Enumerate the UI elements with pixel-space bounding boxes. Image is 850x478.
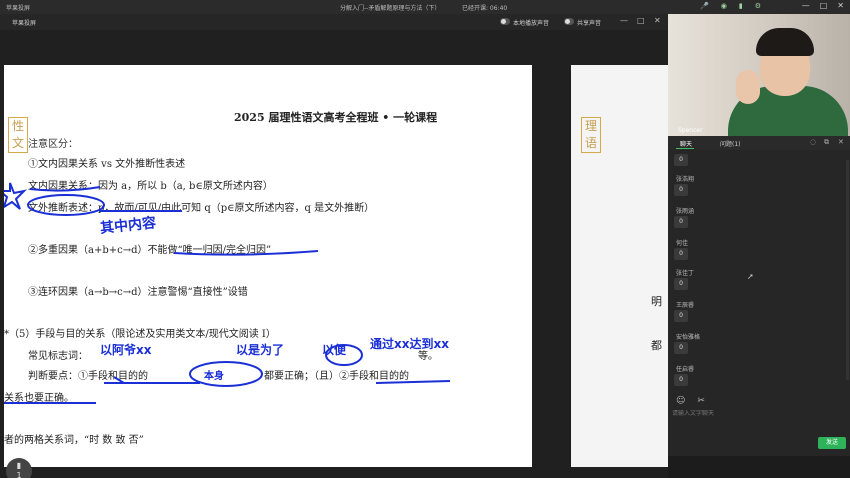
user-name: 张雨涵 — [676, 208, 695, 215]
user-name: 何佳 — [676, 240, 689, 247]
location-icon[interactable]: ◉ — [721, 2, 727, 10]
ink-layer — [4, 182, 451, 404]
user-score: 0 — [674, 184, 688, 196]
settings-icon[interactable]: ⚙ — [755, 2, 761, 10]
share-restore-button[interactable]: □ — [637, 16, 645, 25]
share-close-button[interactable]: ✕ — [654, 16, 661, 25]
user-score: 0 — [674, 248, 688, 260]
slide-text: 都 — [651, 339, 662, 352]
mic-icon[interactable]: 🎤 — [700, 2, 709, 10]
floating-document-button[interactable]: ▮ 1 — [6, 458, 32, 478]
maximize-button[interactable]: □ — [820, 1, 828, 10]
ink-underline — [29, 186, 101, 192]
window-controls: — □ ✕ — [802, 1, 844, 10]
tab-questions[interactable]: 问题(1) — [720, 139, 741, 148]
title-bar: 苹果投屏 分解入门--矛盾解题原理与方法（下） 已经开课: 06:40 🎤 ◉ … — [0, 0, 850, 14]
chat-bubble-icon[interactable]: ◌ — [810, 138, 816, 146]
ink-circle — [189, 361, 263, 387]
ink-star — [4, 182, 28, 210]
chat-scrollbar[interactable] — [846, 160, 849, 380]
class-timer: 已经开课: 06:40 — [462, 5, 508, 12]
share-audio-label: 共享声音 — [577, 20, 602, 27]
user-score: 0 — [674, 278, 688, 290]
share-source-label: 苹果投屏 — [12, 20, 37, 27]
slide-next: 理 语 明 都 — [571, 65, 668, 467]
popout-icon[interactable]: ⧉ — [824, 138, 829, 147]
local-audio-label: 本地播放声音 — [513, 20, 550, 27]
close-icon[interactable]: ✕ — [838, 138, 844, 146]
scissors-icon[interactable]: ✂ — [697, 396, 705, 406]
send-button[interactable]: 发送 — [818, 437, 846, 449]
user-score: 0 — [674, 374, 688, 386]
network-icon: ▮ — [738, 2, 743, 10]
shared-screen: 性 文 2025 届理性语文高考全程班 • 一轮课程 注意区分： ①文内因果关系… — [0, 30, 668, 478]
close-button[interactable]: ✕ — [837, 1, 844, 10]
app-window: 苹果投屏 分解入门--矛盾解题原理与方法（下） 已经开课: 06:40 🎤 ◉ … — [0, 0, 850, 478]
user-score: 0 — [674, 310, 688, 322]
teacher-video: Spencer — [668, 14, 850, 136]
tab-active-indicator — [676, 148, 694, 149]
ink-circle — [325, 344, 363, 366]
user-name: 张佳丁 — [676, 270, 695, 277]
tab-chat[interactable]: 聊天 — [680, 139, 692, 148]
user-score: 0 — [674, 216, 688, 228]
user-score: 0 — [674, 154, 688, 166]
user-name: 任启睿 — [676, 366, 695, 373]
ink-underline — [375, 380, 451, 384]
app-title: 苹果投屏 — [6, 5, 31, 12]
user-score: 0 — [674, 342, 688, 354]
video-hair — [756, 28, 814, 56]
bottom-bar — [668, 456, 850, 478]
share-toolbar: 苹果投屏 本地播放声音 共享声音 — □ ✕ — [0, 14, 668, 30]
course-logo: 理 语 — [581, 117, 601, 153]
status-icons: 🎤 ◉ ▮ ⚙ — [700, 2, 761, 10]
mouse-cursor-icon: ➚ — [747, 272, 754, 281]
slide-text: 明 — [651, 295, 662, 308]
share-minimize-button[interactable]: — — [620, 16, 628, 25]
user-name: 安怡雅格 — [676, 334, 701, 341]
speaker-name: Spencer — [678, 127, 703, 134]
meeting-title: 分解入门--矛盾解题原理与方法（下） — [340, 5, 441, 12]
chat-panel: 聊天 问题(1) ◌ ⧉ ✕ 0 张浩翔 0 张雨涵 0 何佳 0 张佳丁 0 … — [668, 136, 850, 456]
share-audio-toggle[interactable] — [564, 18, 574, 25]
ink-circle — [27, 194, 105, 216]
slide-main: 性 文 2025 届理性语文高考全程班 • 一轮课程 注意区分： ①文内因果关系… — [4, 65, 532, 467]
emoji-icon[interactable]: ☺ — [676, 396, 685, 406]
video-hand — [736, 70, 760, 104]
user-name: 王辰睿 — [676, 302, 695, 309]
ink-underline — [173, 250, 319, 256]
chat-tabs: 聊天 问题(1) ◌ ⧉ ✕ — [668, 136, 850, 150]
minimize-button[interactable]: — — [802, 1, 810, 10]
chat-tools: ☺ ✂ — [676, 396, 705, 406]
user-name: 张浩翔 — [676, 176, 695, 183]
local-audio-toggle[interactable] — [500, 18, 510, 25]
chat-input[interactable] — [672, 410, 822, 417]
